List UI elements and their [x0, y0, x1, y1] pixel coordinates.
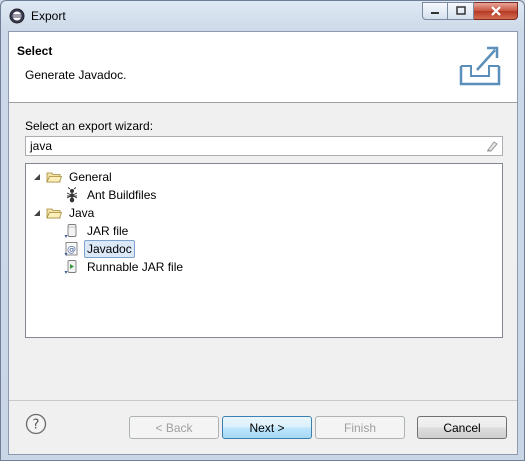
- tree-label-javadoc: Javadoc: [84, 240, 135, 258]
- minimize-button[interactable]: [422, 2, 448, 20]
- wizard-body: Select an export wizard: java General An…: [9, 103, 517, 396]
- open-folder-icon: [46, 172, 62, 183]
- tree-label-general: General: [69, 170, 112, 184]
- wizard-label: Select an export wizard:: [25, 119, 154, 133]
- tree-node-general[interactable]: General: [32, 168, 115, 186]
- back-button[interactable]: < Back: [129, 416, 219, 439]
- window-title: Export: [31, 9, 66, 23]
- open-folder-icon: [46, 208, 62, 219]
- svg-text:?: ?: [33, 418, 40, 433]
- ant-icon: [66, 187, 78, 203]
- svg-text:@: @: [67, 245, 76, 255]
- close-icon: [490, 6, 501, 16]
- minimize-icon: [431, 12, 439, 14]
- export-banner-icon: [459, 46, 501, 86]
- tree-label-java: Java: [69, 206, 95, 220]
- tree-item-jar-file[interactable]: JAR file: [64, 222, 131, 240]
- help-icon[interactable]: ?: [25, 413, 47, 435]
- page-description: Generate Javadoc.: [25, 68, 127, 82]
- maximize-icon: [455, 6, 466, 15]
- filter-input[interactable]: java: [25, 136, 503, 156]
- cancel-button[interactable]: Cancel: [417, 416, 507, 439]
- finish-button[interactable]: Finish: [315, 416, 405, 439]
- eclipse-icon: [9, 8, 25, 24]
- button-bar: ? < Back Next > Finish Cancel: [9, 401, 517, 456]
- tree-label-runnable-jar-file: Runnable JAR file: [87, 260, 184, 274]
- close-button[interactable]: [474, 2, 518, 20]
- tree-node-java[interactable]: Java: [32, 204, 97, 222]
- wizard-header: Select Generate Javadoc.: [9, 32, 517, 103]
- tree-label-ant-buildfiles: Ant Buildfiles: [87, 188, 157, 202]
- clear-filter-icon[interactable]: [485, 139, 499, 153]
- jar-file-icon: [64, 224, 77, 238]
- dialog-content: Select Generate Javadoc. Select an expor…: [8, 31, 518, 455]
- title-bar[interactable]: Export: [1, 1, 524, 31]
- tree-item-ant-buildfiles[interactable]: Ant Buildfiles: [64, 186, 159, 204]
- filter-value: java: [30, 139, 53, 153]
- tree-item-javadoc[interactable]: @ Javadoc: [64, 240, 135, 258]
- page-title: Select: [17, 44, 53, 58]
- javadoc-icon: @: [64, 242, 78, 256]
- export-dialog: Export Select Generate Javadoc. Select a…: [0, 0, 525, 461]
- runnable-jar-icon: [64, 260, 77, 274]
- next-button[interactable]: Next >: [222, 416, 312, 439]
- tree-item-runnable-jar-file[interactable]: Runnable JAR file: [64, 258, 186, 276]
- wizard-tree[interactable]: General Ant Buildfiles Java JAR file @ J…: [25, 163, 503, 338]
- expanded-triangle-icon[interactable]: [32, 172, 42, 182]
- window-controls: [422, 2, 518, 20]
- maximize-button[interactable]: [448, 2, 474, 20]
- expanded-triangle-icon[interactable]: [32, 208, 42, 218]
- tree-label-jar-file: JAR file: [87, 224, 129, 238]
